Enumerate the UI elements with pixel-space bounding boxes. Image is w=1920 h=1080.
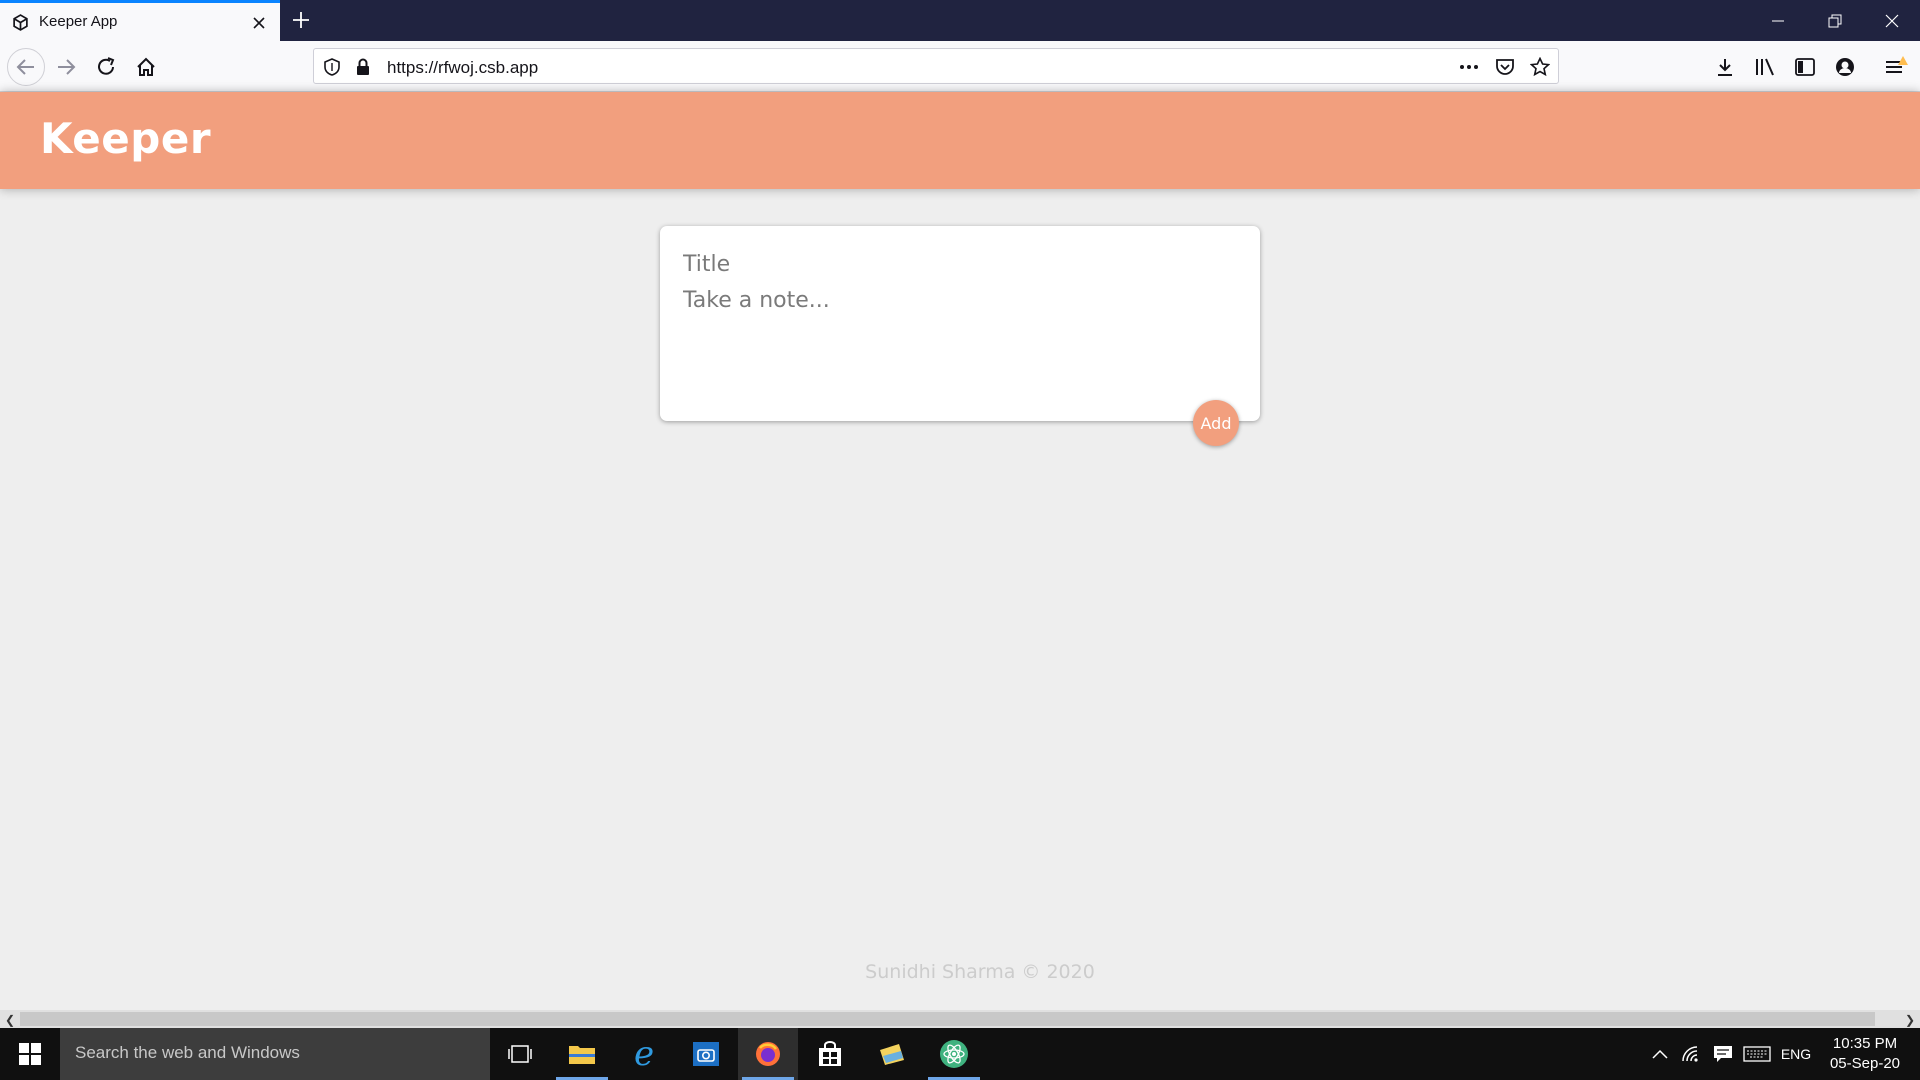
note-title-input[interactable] — [683, 248, 1233, 280]
notification-icon — [1714, 1046, 1732, 1062]
downloads-button[interactable] — [1708, 50, 1742, 84]
reload-button[interactable] — [89, 50, 123, 84]
taskbar-camera[interactable] — [676, 1028, 736, 1080]
library-icon — [1756, 58, 1774, 76]
app-footer: Sunidhi Sharma © 2020 — [0, 961, 1920, 983]
sidebar-button[interactable] — [1788, 50, 1822, 84]
camera-app-icon — [693, 1042, 719, 1066]
language-indicator[interactable]: ENG — [1776, 1028, 1816, 1080]
codesandbox-icon — [13, 14, 28, 31]
menu-button[interactable] — [1879, 50, 1913, 84]
restore-icon — [1828, 14, 1841, 27]
taskbar-edge[interactable]: e — [614, 1028, 674, 1080]
lock-icon[interactable] — [353, 57, 373, 77]
taskbar-photos[interactable] — [862, 1028, 922, 1080]
account-button[interactable] — [1828, 50, 1862, 84]
app-header: Keeper — [0, 92, 1920, 189]
taskbar-firefox[interactable] — [738, 1028, 798, 1080]
show-hidden-icons-button[interactable] — [1645, 1028, 1675, 1080]
note-content-input[interactable] — [683, 288, 1233, 388]
minimize-button[interactable] — [1749, 0, 1806, 41]
back-arrow-icon — [16, 59, 34, 75]
taskbar-atom[interactable] — [924, 1028, 984, 1080]
taskbar-search-placeholder: Search the web and Windows — [75, 1043, 300, 1062]
tab-title: Keeper App — [39, 13, 118, 30]
scrollbar-thumb[interactable] — [20, 1012, 1875, 1026]
shield-icon[interactable] — [322, 57, 342, 77]
clock-time: 10:35 PM — [1832, 1035, 1898, 1052]
start-button[interactable] — [0, 1028, 60, 1080]
action-center-button[interactable] — [1708, 1028, 1738, 1080]
forward-arrow-icon — [58, 59, 76, 75]
photos-icon — [880, 1044, 904, 1065]
url-bar[interactable]: https://rfwoj.csb.app — [313, 48, 1559, 84]
task-view-icon — [508, 1045, 532, 1063]
account-icon — [1836, 58, 1854, 76]
page-actions-icon[interactable] — [1459, 57, 1479, 77]
close-icon — [1885, 14, 1898, 27]
bookmark-star-icon[interactable] — [1530, 57, 1550, 77]
tab-bar: Keeper App — [0, 0, 1920, 41]
task-view-button[interactable] — [490, 1028, 550, 1080]
folder-icon — [569, 1046, 595, 1064]
home-button[interactable] — [129, 50, 163, 84]
clock-date: 05-Sep-20 — [1829, 1055, 1901, 1072]
reload-icon — [98, 57, 115, 75]
back-button[interactable] — [7, 48, 45, 86]
copyright-text: Sunidhi Sharma © 2020 — [865, 961, 1095, 983]
navigation-bar: https://rfwoj.csb.app — [0, 41, 1920, 92]
hamburger-menu-icon — [1886, 56, 1908, 73]
sidebar-icon — [1795, 58, 1815, 76]
taskbar-file-explorer[interactable] — [552, 1028, 612, 1080]
forward-button[interactable] — [49, 50, 83, 84]
library-button[interactable] — [1748, 50, 1782, 84]
horizontal-scrollbar[interactable]: ❮ ❯ — [0, 1010, 1920, 1028]
close-window-button[interactable] — [1863, 0, 1920, 41]
wifi-icon — [1682, 1046, 1698, 1062]
scroll-right-icon[interactable]: ❯ — [1905, 1013, 1915, 1027]
chevron-up-icon — [1652, 1049, 1668, 1059]
touch-keyboard-button[interactable] — [1740, 1028, 1774, 1080]
close-tab-icon[interactable] — [249, 13, 269, 33]
atom-icon — [940, 1040, 968, 1068]
system-clock[interactable]: 10:35 PM 05-Sep-20 — [1820, 1034, 1910, 1074]
create-note-form: Add — [660, 226, 1260, 446]
tab-keeper-app[interactable]: Keeper App — [0, 0, 280, 41]
firefox-icon — [756, 1042, 780, 1066]
internet-explorer-icon: e — [633, 1034, 655, 1074]
download-icon — [1718, 59, 1732, 76]
keyboard-icon — [1743, 1046, 1771, 1062]
home-icon — [137, 57, 155, 76]
pocket-icon[interactable] — [1495, 57, 1515, 77]
restore-button[interactable] — [1806, 0, 1863, 41]
scroll-left-icon[interactable]: ❮ — [5, 1013, 15, 1027]
taskbar-store[interactable] — [800, 1028, 860, 1080]
windows-logo-icon — [19, 1043, 41, 1065]
url-text[interactable]: https://rfwoj.csb.app — [387, 58, 538, 78]
taskbar-search[interactable]: Search the web and Windows — [60, 1028, 490, 1080]
store-icon — [819, 1041, 841, 1066]
add-note-button[interactable]: Add — [1193, 400, 1239, 446]
taskbar: Search the web and Windows e ENG 10:35 P… — [0, 1028, 1920, 1080]
new-tab-icon[interactable] — [290, 9, 312, 31]
minimize-icon — [1771, 20, 1784, 21]
app-logo: Keeper — [40, 114, 212, 163]
network-button[interactable] — [1676, 1028, 1706, 1080]
